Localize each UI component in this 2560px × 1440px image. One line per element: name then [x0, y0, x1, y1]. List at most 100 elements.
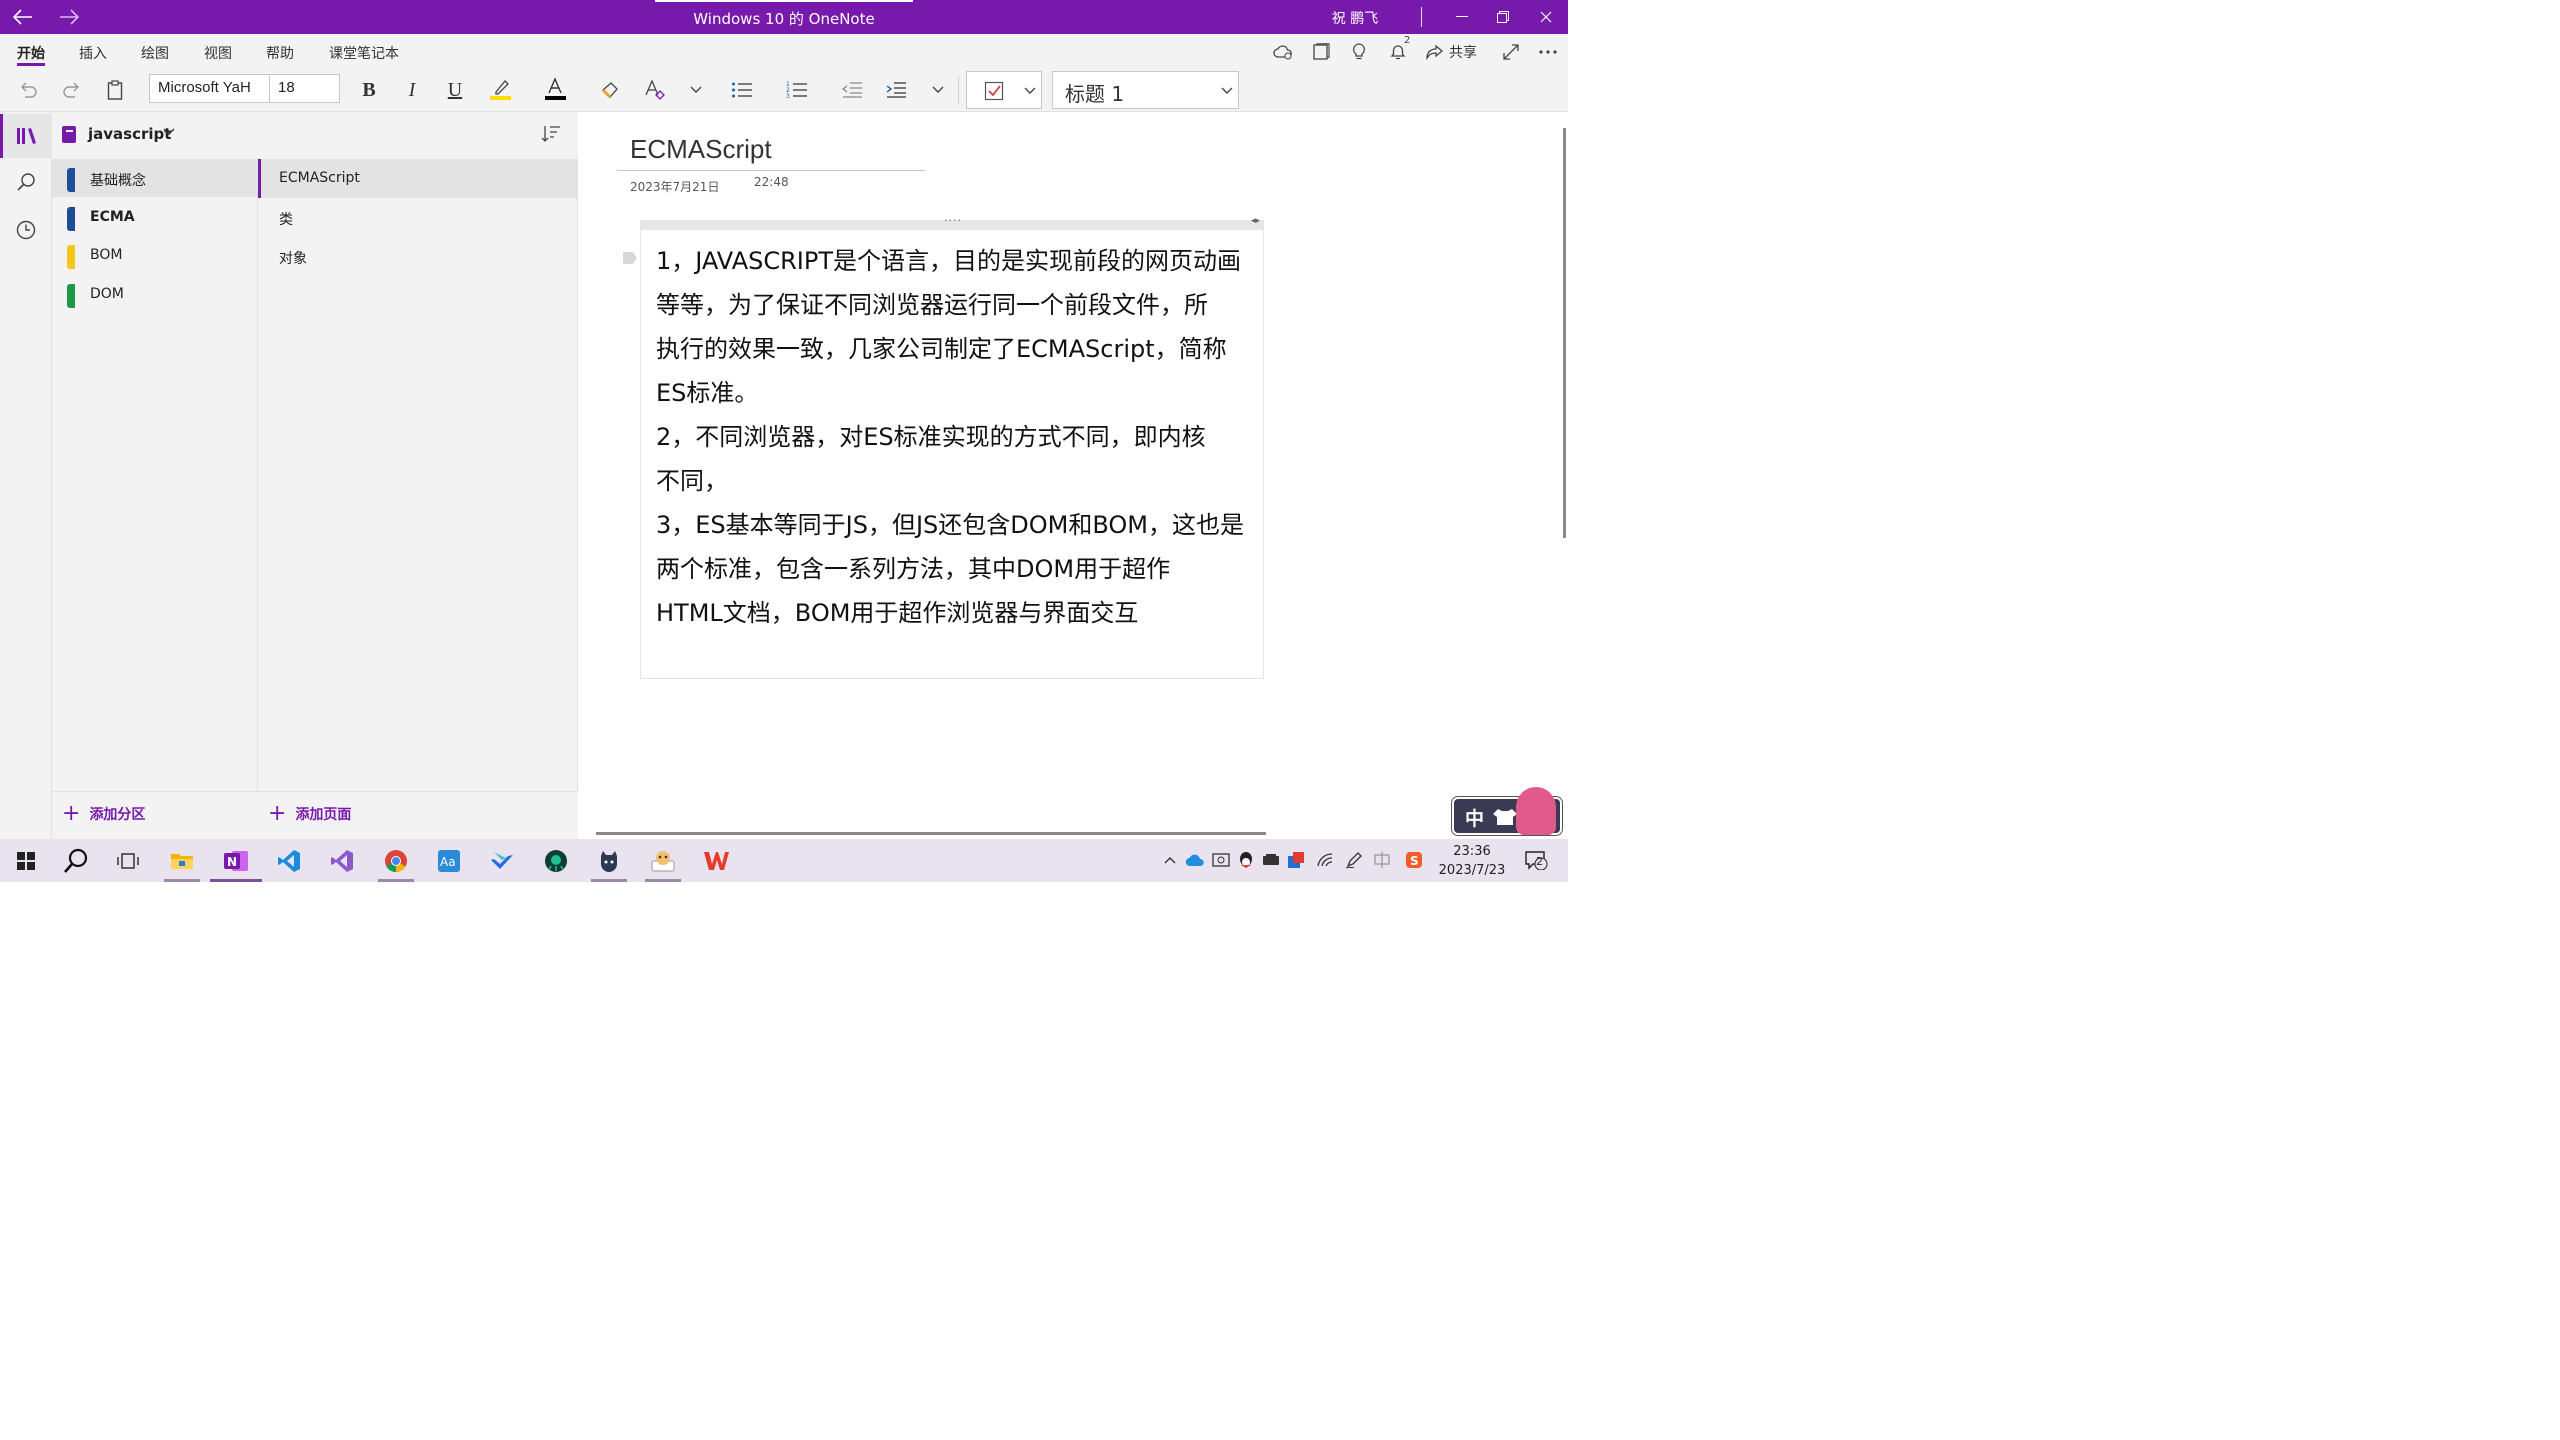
section-color-tab	[67, 284, 75, 308]
file-explorer-icon[interactable]	[156, 839, 208, 882]
plus-icon: +	[62, 801, 81, 826]
clock-time: 23:36	[1453, 844, 1491, 859]
resize-handle-icon[interactable]: ◂▸	[1251, 216, 1260, 226]
visual-studio-icon[interactable]	[316, 839, 368, 882]
increase-indent-icon[interactable]	[882, 72, 910, 108]
onedrive-icon[interactable]	[1185, 850, 1205, 870]
notebook-chevron-icon[interactable]	[163, 125, 175, 140]
numbered-list-icon[interactable]: 123	[783, 72, 811, 108]
immersive-reader-icon[interactable]	[1307, 38, 1335, 66]
font-name-input[interactable]: Microsoft YaH	[149, 74, 270, 103]
bell-icon[interactable]: 2	[1384, 35, 1412, 66]
share-icon[interactable]	[1421, 38, 1449, 66]
close-button[interactable]	[1524, 0, 1568, 34]
restore-button[interactable]	[1481, 0, 1525, 34]
feishu-icon[interactable]	[476, 839, 528, 882]
notebook-name[interactable]: javascript	[88, 125, 171, 143]
underline-button[interactable]: U	[442, 72, 468, 108]
share-button[interactable]: 共享	[1449, 42, 1477, 62]
bold-button[interactable]: B	[356, 72, 382, 108]
more-format-chevron-icon[interactable]	[684, 72, 708, 108]
qq-icon[interactable]	[1236, 850, 1256, 870]
pen-icon[interactable]	[1344, 850, 1364, 870]
page-label: ECMAScript	[279, 170, 360, 186]
fullscreen-icon[interactable]	[1497, 38, 1525, 66]
section-color-tab	[67, 245, 75, 269]
system-clock[interactable]: 23:36 2023/7/23	[1436, 842, 1508, 880]
tab-help[interactable]: 帮助	[266, 43, 294, 63]
section-label: 基础概念	[90, 173, 146, 189]
user-name[interactable]: 祝 鹏飞	[1300, 8, 1410, 28]
note-line: HTML文档，BOM用于超作浏览器与界面交互	[656, 599, 1139, 627]
italic-button[interactable]: I	[399, 72, 425, 108]
drag-handle-icon[interactable]: ····	[944, 214, 962, 227]
section-item[interactable]: 基础概念	[52, 159, 257, 197]
chrome-icon[interactable]	[370, 839, 422, 882]
page-title[interactable]: ECMAScript	[630, 134, 772, 165]
mascot-app-icon[interactable]	[637, 839, 689, 882]
redo-icon[interactable]	[58, 72, 86, 108]
tray-app-icon[interactable]	[1211, 850, 1231, 870]
clear-formatting-icon[interactable]	[640, 72, 668, 108]
add-section-button[interactable]: + 添加分区	[62, 801, 145, 826]
page-item[interactable]: 类	[258, 198, 577, 237]
task-view-icon[interactable]	[102, 839, 154, 882]
style-dropdown[interactable]: 标题 1	[1052, 71, 1239, 109]
search-icon[interactable]	[50, 839, 102, 882]
notification-badge: 2	[1536, 855, 1543, 868]
more-options-icon[interactable]	[1534, 38, 1562, 66]
add-page-label: 添加页面	[295, 807, 352, 823]
section-item[interactable]: BOM	[52, 236, 257, 274]
sync-status-icon[interactable]	[1269, 38, 1297, 66]
tab-class-notebook[interactable]: 课堂笔记本	[329, 43, 399, 63]
section-item[interactable]: DOM	[52, 275, 257, 313]
search-icon[interactable]	[0, 160, 52, 204]
toolbar-divider	[958, 76, 959, 104]
recent-notes-icon[interactable]	[0, 208, 52, 252]
tab-home[interactable]: 开始	[17, 43, 45, 63]
sogou-icon[interactable]: S	[1404, 850, 1424, 870]
title-bar: Windows 10 的 OneNote 祝 鹏飞	[0, 0, 1568, 34]
vertical-scrollbar[interactable]	[1563, 128, 1566, 538]
onenote-icon[interactable]: N	[210, 839, 262, 882]
github-desktop-icon[interactable]	[583, 839, 635, 882]
add-page-button[interactable]: + 添加页面	[268, 803, 352, 825]
ime-floating-bar[interactable]: 中	[1452, 787, 1562, 835]
gitkraken-icon[interactable]	[530, 839, 582, 882]
undo-icon[interactable]	[14, 72, 42, 108]
tab-insert[interactable]: 插入	[79, 43, 107, 63]
title-underline	[617, 170, 925, 171]
note-container-handle[interactable]: ···· ◂▸	[640, 214, 1264, 230]
bullet-list-icon[interactable]	[728, 72, 756, 108]
section-item[interactable]: ECMA	[52, 198, 257, 236]
clipboard-icon[interactable]	[101, 72, 129, 108]
wps-icon[interactable]	[690, 839, 742, 882]
format-painter-icon[interactable]	[597, 72, 625, 108]
minimize-button[interactable]	[1440, 0, 1484, 34]
horizontal-scrollbar[interactable]	[596, 832, 1266, 835]
highlighter-icon[interactable]	[486, 72, 514, 108]
vscode-icon[interactable]	[263, 839, 315, 882]
action-center-icon[interactable]: 2	[1522, 850, 1550, 870]
font-color-icon[interactable]	[541, 72, 569, 108]
device-icon[interactable]	[1261, 850, 1281, 870]
svg-text:3: 3	[786, 93, 790, 100]
tray-overflow-chevron-icon[interactable]	[1160, 850, 1180, 870]
page-item[interactable]: ECMAScript	[258, 159, 577, 198]
input-method-icon[interactable]	[1372, 850, 1392, 870]
lightbulb-icon[interactable]	[1345, 38, 1373, 66]
wifi-icon[interactable]	[1316, 850, 1336, 870]
notebooks-icon[interactable]	[0, 114, 52, 158]
decrease-indent-icon[interactable]	[838, 72, 866, 108]
note-text[interactable]: 1，JAVASCRIPT是个语言，目的是实现前段的网页动画 等等，为了保证不同浏…	[656, 239, 1260, 635]
sort-icon[interactable]	[541, 124, 563, 146]
app-tray-icon[interactable]	[1286, 850, 1306, 870]
tab-view[interactable]: 视图	[204, 43, 232, 63]
font-size-input[interactable]: 18	[269, 74, 340, 103]
tab-draw[interactable]: 绘图	[141, 43, 169, 63]
page-item[interactable]: 对象	[258, 237, 577, 276]
start-icon[interactable]	[0, 839, 52, 882]
dictionary-icon[interactable]: Aa	[423, 839, 475, 882]
tag-dropdown[interactable]	[966, 71, 1042, 109]
more-paragraph-chevron-icon[interactable]	[926, 72, 950, 108]
